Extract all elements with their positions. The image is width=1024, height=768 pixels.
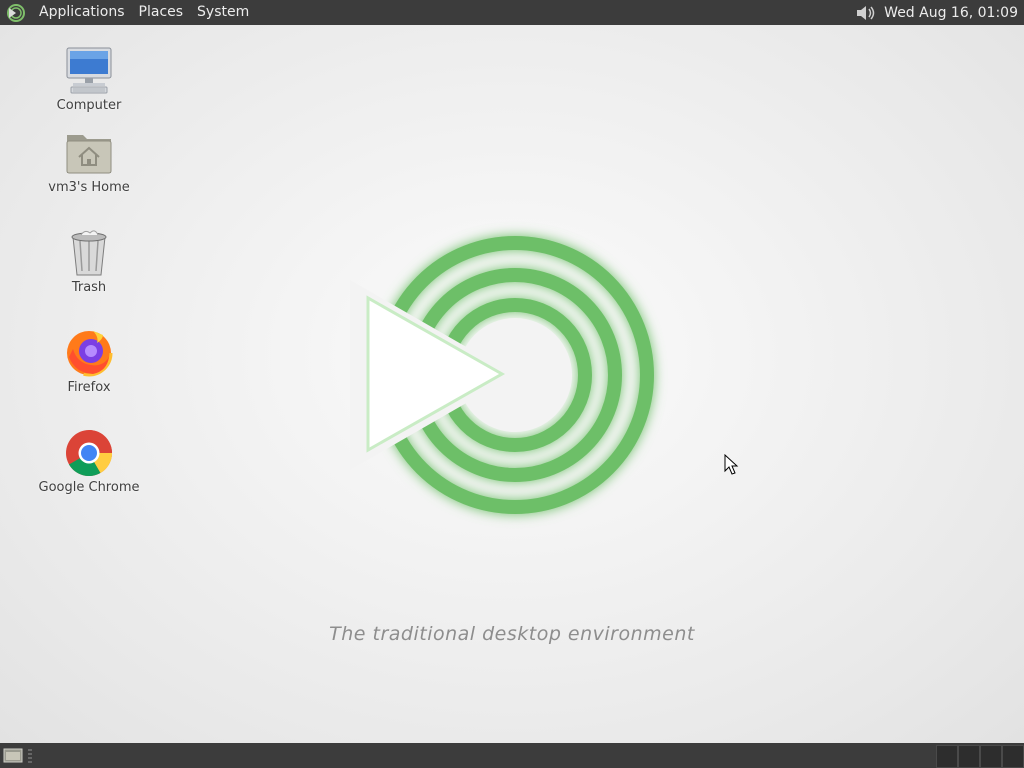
desktop-icon-label: vm3's Home [48,180,130,195]
mate-logo-icon[interactable] [6,3,26,23]
desktop-icon-label: Trash [71,280,107,295]
desktop-icon-home[interactable]: vm3's Home [34,127,144,195]
mouse-pointer-icon [724,454,739,475]
desktop-icon-chrome[interactable]: Google Chrome [34,427,144,495]
workspace-4[interactable] [1002,745,1024,768]
desktop-icon-trash[interactable]: Trash [34,227,144,295]
workspace-1[interactable] [936,745,958,768]
firefox-icon [65,329,113,377]
clock[interactable]: Wed Aug 16, 01:09 [884,5,1024,21]
speaker-icon[interactable] [854,3,878,23]
workspace-3[interactable] [980,745,1002,768]
home-folder-icon [66,135,112,174]
wallpaper-tagline: The traditional desktop environment [329,623,695,645]
desktop-icon-firefox[interactable]: Firefox [34,327,144,395]
mate-wallpaper-logo [350,236,654,514]
workspace-2[interactable] [958,745,980,768]
desktop-icon-label: Google Chrome [38,480,140,495]
trash-icon [71,230,107,276]
desktop-icon-label: Computer [56,98,122,113]
chrome-icon [66,430,112,477]
show-desktop-icon[interactable] [3,747,23,764]
desktop-icon-label: Firefox [67,380,111,395]
system-menu[interactable]: System [190,0,256,25]
panel-grip[interactable] [28,749,32,763]
computer-icon [66,47,112,94]
applications-menu[interactable]: Applications [32,0,132,25]
desktop[interactable]: Computer vm3's Home Trash Firefox Google… [0,25,1024,743]
top-panel: Applications Places System Wed Aug 16, 0… [0,0,1024,25]
desktop-icon-computer[interactable]: Computer [34,45,144,113]
places-menu[interactable]: Places [132,0,191,25]
bottom-panel [0,743,1024,768]
